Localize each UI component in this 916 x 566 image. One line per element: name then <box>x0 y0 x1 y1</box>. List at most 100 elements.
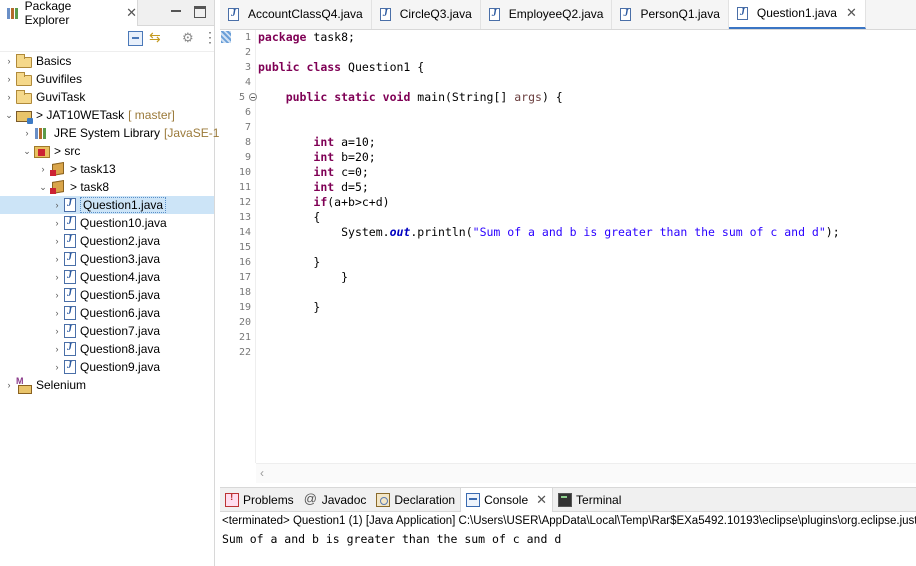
tree-item-question9[interactable]: › Question9.java <box>0 358 214 376</box>
expand-arrow-icon[interactable]: › <box>2 380 16 390</box>
tree-item-task13[interactable]: › > task13 <box>0 160 214 178</box>
tree-item-label: GuviTask <box>36 90 86 104</box>
tab-employeeq2[interactable]: EmployeeQ2.java <box>481 0 613 29</box>
package-explorer-tabbar: Package Explorer ✕ <box>0 0 214 27</box>
code-text-area[interactable]: package task8; public class Question1 { … <box>258 30 916 463</box>
collapse-all-icon[interactable] <box>128 31 143 46</box>
filters-icon[interactable] <box>182 30 197 46</box>
tree-item-label: task13 <box>80 162 116 176</box>
expand-arrow-icon[interactable]: › <box>50 326 64 336</box>
maximize-view-button[interactable] <box>194 6 206 18</box>
tree-item-src[interactable]: ⌄ > src <box>0 142 214 160</box>
line-number: 8 <box>244 137 251 148</box>
editor-tab-label: AccountClassQ4.java <box>248 7 363 21</box>
code-line-1: package task8; <box>258 30 355 44</box>
tree-item-question4[interactable]: › Question4.java <box>0 268 214 286</box>
tree-item-guvitask[interactable]: › GuviTask <box>0 88 214 106</box>
close-icon[interactable]: ✕ <box>126 5 137 21</box>
editor-tab-label: CircleQ3.java <box>399 7 472 21</box>
expand-arrow-icon[interactable]: › <box>20 128 34 138</box>
tree-item-question8[interactable]: › Question8.java <box>0 340 214 358</box>
minimize-view-button[interactable] <box>170 6 182 18</box>
java-file-icon <box>736 6 748 20</box>
tree-item-label: Basics <box>36 54 72 68</box>
tree-item-question5[interactable]: › Question5.java <box>0 286 214 304</box>
close-icon[interactable]: ✕ <box>536 492 547 508</box>
expand-arrow-icon[interactable]: › <box>50 362 64 372</box>
tree-item-basics[interactable]: › Basics <box>0 52 214 70</box>
line-number: 5 <box>220 90 257 105</box>
horizontal-scrollbar[interactable]: ‹ <box>256 463 916 483</box>
folder-icon <box>16 71 32 86</box>
project-tree: › Basics › Guvifiles › GuviTask ⌄ > JAT1… <box>0 52 230 394</box>
maven-project-icon <box>16 376 32 394</box>
collapse-arrow-icon[interactable]: ⌄ <box>20 146 34 157</box>
tree-item-question1[interactable]: › Question1.java <box>0 196 214 214</box>
tab-console[interactable]: Console ✕ <box>460 487 554 512</box>
tab-problems[interactable]: Problems <box>220 488 299 512</box>
expand-arrow-icon[interactable]: › <box>2 92 16 102</box>
tree-item-label: src <box>64 144 81 158</box>
tab-accountclassq4[interactable]: AccountClassQ4.java <box>220 0 372 29</box>
tab-question1[interactable]: Question1.java ✕ <box>728 0 866 29</box>
expand-arrow-icon[interactable]: › <box>2 74 16 84</box>
view-menu-icon[interactable] <box>203 29 217 46</box>
expand-arrow-icon[interactable]: › <box>50 218 64 228</box>
fold-collapse-icon[interactable] <box>249 93 257 101</box>
link-with-editor-icon[interactable] <box>149 29 164 46</box>
tree-item-selenium[interactable]: › Selenium <box>0 376 214 394</box>
expand-arrow-icon[interactable]: › <box>50 236 64 246</box>
tab-terminal[interactable]: Terminal <box>553 488 626 512</box>
expand-arrow-icon[interactable]: › <box>50 308 64 318</box>
tab-personq1[interactable]: PersonQ1.java <box>612 0 729 29</box>
tab-javadoc[interactable]: Javadoc <box>299 488 372 512</box>
tree-item-jat10wetask[interactable]: ⌄ > JAT10WETask [ master] <box>0 106 214 124</box>
tab-package-explorer-label: Package Explorer <box>24 0 72 27</box>
java-file-icon <box>488 7 500 21</box>
tab-circleq3[interactable]: CircleQ3.java <box>372 0 481 29</box>
tree-item-question2[interactable]: › Question2.java <box>0 232 214 250</box>
close-icon[interactable]: ✕ <box>846 5 857 21</box>
line-number: 21 <box>238 332 251 343</box>
line-number: 19 <box>238 302 251 313</box>
scroll-left-icon[interactable]: ‹ <box>260 466 264 480</box>
tree-item-label: Question10.java <box>80 216 167 230</box>
tree-item-label: Selenium <box>36 378 87 392</box>
git-branch-label: [ master] <box>128 108 175 122</box>
expand-arrow-icon[interactable]: › <box>36 164 50 174</box>
tree-item-question6[interactable]: › Question6.java <box>0 304 214 322</box>
tree-item-question7[interactable]: › Question7.java <box>0 322 214 340</box>
tree-item-task8[interactable]: ⌄ > task8 <box>0 178 214 196</box>
editor-tab-label: PersonQ1.java <box>640 7 720 21</box>
editor-tab-label: EmployeeQ2.java <box>508 7 604 21</box>
tree-item-question3[interactable]: › Question3.java <box>0 250 214 268</box>
expand-arrow-icon[interactable]: › <box>2 56 16 66</box>
collapse-arrow-icon[interactable]: ⌄ <box>36 182 50 193</box>
java-file-icon <box>620 7 632 21</box>
expand-arrow-icon[interactable]: › <box>50 254 64 264</box>
code-line-11: int d=5; <box>313 180 369 194</box>
code-line-9: int b=20; <box>313 150 376 164</box>
tab-declaration[interactable]: Declaration <box>371 488 460 512</box>
java-file-icon <box>64 306 76 320</box>
tab-label: Terminal <box>576 492 622 507</box>
tree-item-guvifiles[interactable]: › Guvifiles <box>0 70 214 88</box>
problems-icon <box>225 492 239 507</box>
tab-package-explorer[interactable]: Package Explorer ✕ <box>0 0 138 27</box>
tree-item-question10[interactable]: › Question10.java <box>0 214 214 232</box>
expand-arrow-icon[interactable]: › <box>50 200 64 210</box>
line-number: 11 <box>238 182 251 193</box>
java-file-icon <box>64 252 76 266</box>
collapse-arrow-icon[interactable]: ⌄ <box>2 110 16 121</box>
java-file-icon <box>64 288 76 302</box>
console-output[interactable]: Sum of a and b is greater than the sum o… <box>220 530 916 548</box>
expand-arrow-icon[interactable]: › <box>50 272 64 282</box>
code-line-10: int c=0; <box>313 165 369 179</box>
expand-arrow-icon[interactable]: › <box>50 290 64 300</box>
expand-arrow-icon[interactable]: › <box>50 344 64 354</box>
tree-item-prefix: > <box>70 162 81 176</box>
tree-item-label: Question7.java <box>80 324 161 338</box>
tree-item-jre-library[interactable]: › JRE System Library [JavaSE-17] <box>0 124 230 142</box>
